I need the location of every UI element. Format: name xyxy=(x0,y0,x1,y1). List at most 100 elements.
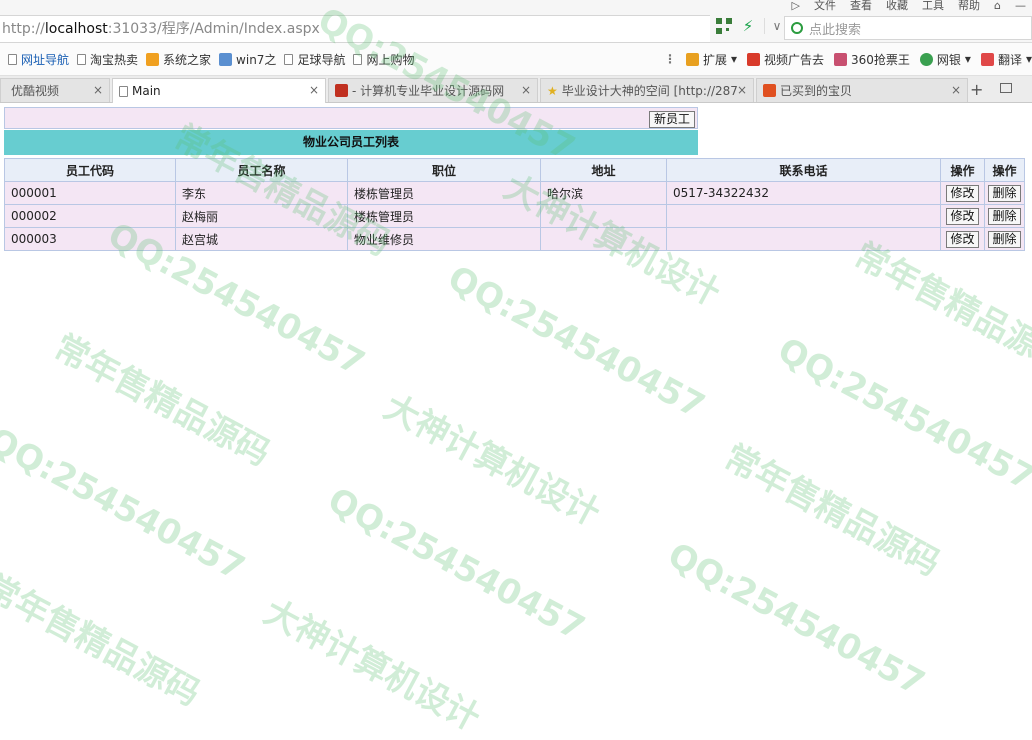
lightning-icon[interactable]: ⚡ xyxy=(740,18,756,34)
search-engine-icon[interactable] xyxy=(791,22,803,34)
col-header-position: 职位 xyxy=(347,158,541,182)
translate-icon xyxy=(980,52,994,66)
shirt-icon[interactable]: ⌂ xyxy=(994,0,1001,12)
col-header-delete: 操作 xyxy=(984,158,1025,182)
cell-name: 赵宫城 xyxy=(175,227,348,251)
star-icon: ★ xyxy=(547,83,558,98)
menu-tools[interactable]: 工具 xyxy=(922,0,944,12)
cell-edit: 修改 xyxy=(940,204,985,228)
cell-address xyxy=(540,227,667,251)
cell-address: 哈尔滨 xyxy=(540,181,667,205)
dropdown-icon: ▾ xyxy=(1025,52,1032,66)
dropdown-icon: ▾ xyxy=(730,52,737,66)
search-input[interactable]: 点此搜索 xyxy=(784,16,1032,40)
url-input[interactable]: http://localhost:31033/程序/Admin/Index.as… xyxy=(0,15,710,43)
table-row: 000001 李东 楼栋管理员 哈尔滨 0517-34322432 修改 删除 xyxy=(4,181,1025,205)
delete-button[interactable]: 删除 xyxy=(988,230,1021,248)
adblock-button[interactable]: 视频广告去 xyxy=(746,51,824,68)
menu-file[interactable]: 文件 xyxy=(814,0,836,12)
tab-purchased[interactable]: 已买到的宝贝 × xyxy=(756,78,968,102)
search-placeholder: 点此搜索 xyxy=(809,22,862,38)
cell-name: 赵梅丽 xyxy=(175,204,348,228)
bookmarks-right: ⋮ 扩展 ▾ 视频广告去 360抢票王 网银 ▾ 翻译 ▾ xyxy=(657,43,1032,75)
cell-edit: 修改 xyxy=(940,181,985,205)
cell-position: 物业维修员 xyxy=(347,227,541,251)
close-icon[interactable]: × xyxy=(521,83,531,97)
menu-arrow-icon[interactable]: ▷ xyxy=(792,0,800,12)
page-content: 新员工 物业公司员工列表 员工代码 员工名称 职位 地址 联系电话 操作 操作 … xyxy=(0,103,1032,640)
url-prefix: http:// xyxy=(2,21,45,37)
minimize-icon[interactable]: — xyxy=(1015,0,1026,12)
close-icon[interactable]: × xyxy=(309,83,319,97)
col-header-code: 员工代码 xyxy=(4,158,176,182)
edit-button[interactable]: 修改 xyxy=(946,207,979,225)
tab-source-site[interactable]: - 计算机专业毕业设计源码网 × xyxy=(328,78,538,102)
table-row: 000003 赵宫城 物业维修员 修改 删除 xyxy=(4,227,1025,251)
address-bar-area: ▷ 文件 查看 收藏 工具 帮助 ⌂ — http://localhost:31… xyxy=(0,0,1032,43)
cell-position: 楼栋管理员 xyxy=(347,204,541,228)
table-header-row: 员工代码 员工名称 职位 地址 联系电话 操作 操作 xyxy=(4,158,1025,182)
bookmark-football[interactable]: 足球导航 xyxy=(284,51,345,68)
restore-icon[interactable] xyxy=(1000,83,1012,93)
windows-icon xyxy=(146,52,160,66)
ticket-button[interactable]: 360抢票王 xyxy=(834,51,910,68)
delete-button[interactable]: 删除 xyxy=(988,184,1021,202)
col-header-edit: 操作 xyxy=(940,158,985,182)
cell-name: 李东 xyxy=(175,181,348,205)
edit-button[interactable]: 修改 xyxy=(946,184,979,202)
close-icon[interactable]: × xyxy=(93,83,103,97)
toolbar-row xyxy=(4,107,698,129)
menu-favorites[interactable]: 收藏 xyxy=(886,0,908,12)
bookmark-nav[interactable]: 网址导航 xyxy=(8,51,69,68)
bookmark-shopping[interactable]: 网上购物 xyxy=(353,51,414,68)
ticket-icon xyxy=(834,52,847,66)
taobao-icon xyxy=(763,84,776,97)
new-employee-button[interactable]: 新员工 xyxy=(649,111,696,128)
dropdown-icon: ▾ xyxy=(964,52,971,66)
cell-phone xyxy=(666,227,941,251)
grid-icon xyxy=(685,52,699,66)
cell-phone: 0517-34322432 xyxy=(666,181,941,205)
close-icon[interactable]: × xyxy=(737,83,747,97)
cell-phone xyxy=(666,204,941,228)
cell-edit: 修改 xyxy=(940,227,985,251)
cell-code: 000003 xyxy=(4,227,176,251)
extensions-button[interactable]: 扩展 ▾ xyxy=(685,51,737,68)
translate-button[interactable]: 翻译 ▾ xyxy=(980,51,1032,68)
bookmark-taobao[interactable]: 淘宝热卖 xyxy=(77,51,138,68)
cell-address xyxy=(540,204,667,228)
bank-button[interactable]: 网银 ▾ xyxy=(919,51,971,68)
cell-position: 楼栋管理员 xyxy=(347,181,541,205)
bird-icon xyxy=(219,52,233,66)
bookmark-syszj[interactable]: 系统之家 xyxy=(146,51,211,68)
chevron-down-icon[interactable]: ∨ xyxy=(764,18,785,34)
page-icon xyxy=(77,53,87,65)
table-caption: 物业公司员工列表 xyxy=(4,130,698,155)
edit-button[interactable]: 修改 xyxy=(946,230,979,248)
url-path: :31033/程序/Admin/Index.aspx xyxy=(107,21,320,37)
page-icon xyxy=(8,53,17,65)
tab-youku[interactable]: 优酷视频 × xyxy=(0,78,110,102)
menu-help[interactable]: 帮助 xyxy=(958,0,980,12)
more-icon[interactable]: ⋮ xyxy=(664,52,676,66)
yen-icon xyxy=(919,52,933,66)
cell-delete: 删除 xyxy=(984,227,1025,251)
tab-main[interactable]: Main × xyxy=(112,78,326,103)
table-row: 000002 赵梅丽 楼栋管理员 修改 删除 xyxy=(4,204,1025,228)
tab-qzone[interactable]: ★ 毕业设计大神的空间 [http://287 × xyxy=(540,78,754,102)
cell-delete: 删除 xyxy=(984,181,1025,205)
qr-code-icon[interactable] xyxy=(716,18,732,34)
new-tab-icon[interactable]: + xyxy=(970,80,983,99)
bookmarks-bar: 网址导航 淘宝热卖 系统之家 win7之 足球导航 网上购物 ⋮ 扩展 ▾ 视频广… xyxy=(0,43,1032,76)
site-icon xyxy=(335,84,348,97)
col-header-address: 地址 xyxy=(540,158,667,182)
bookmark-win7[interactable]: win7之 xyxy=(219,51,276,68)
menu-view[interactable]: 查看 xyxy=(850,0,872,12)
play-icon xyxy=(746,52,760,66)
page-icon xyxy=(119,85,128,97)
delete-button[interactable]: 删除 xyxy=(988,207,1021,225)
page-icon xyxy=(284,53,294,65)
url-tools: ⚡ ∨ xyxy=(716,18,785,34)
close-icon[interactable]: × xyxy=(951,83,961,97)
cell-code: 000002 xyxy=(4,204,176,228)
